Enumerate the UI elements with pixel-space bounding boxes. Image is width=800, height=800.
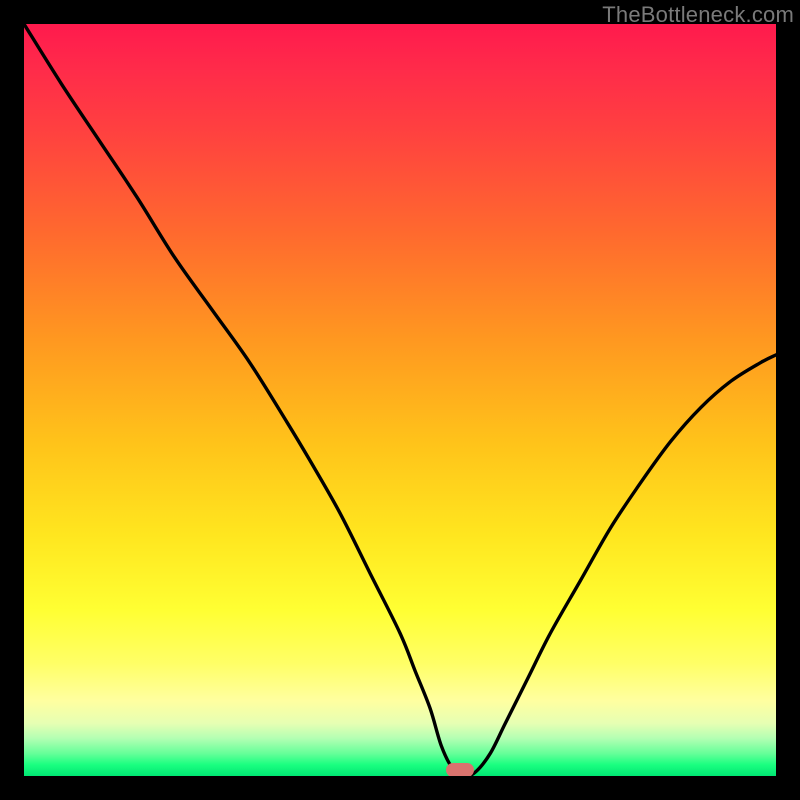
watermark-text: TheBottleneck.com: [602, 2, 794, 28]
chart-frame: TheBottleneck.com: [0, 0, 800, 800]
minimum-marker: [446, 763, 474, 776]
plot-area: [24, 24, 776, 776]
bottleneck-curve: [24, 24, 776, 776]
